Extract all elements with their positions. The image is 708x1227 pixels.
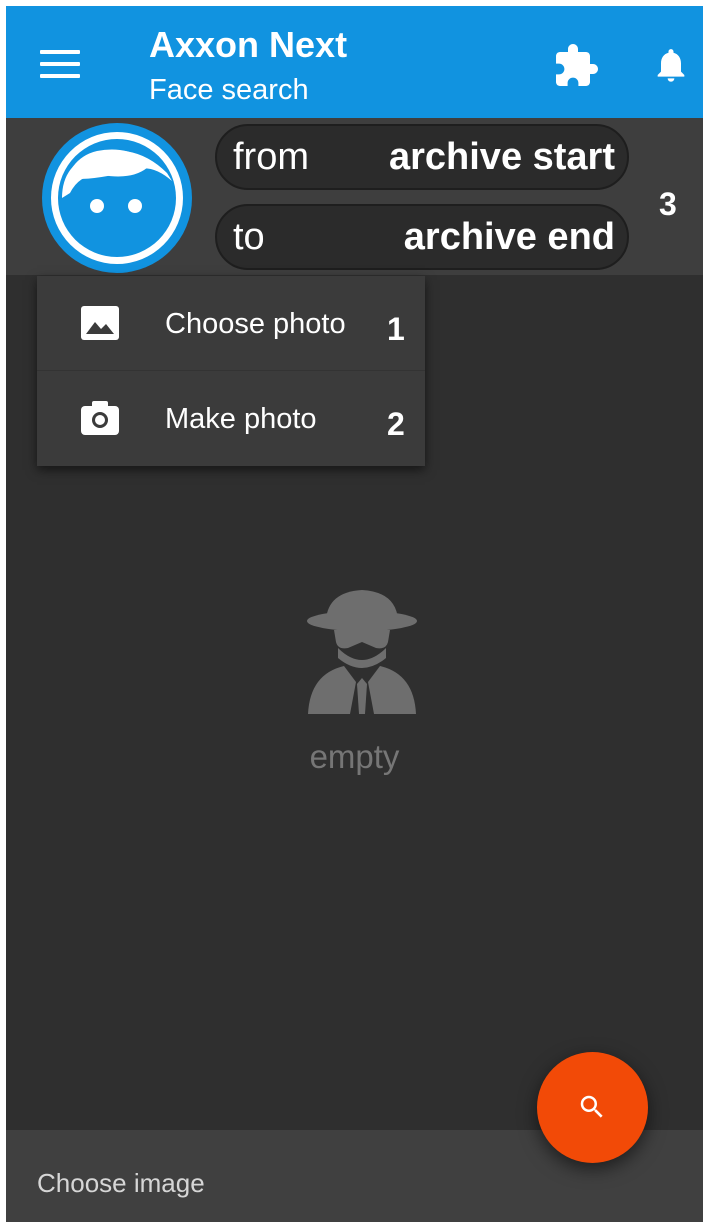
from-value: archive start [388,136,615,178]
search-params-bar: from archive start to archive end 3 [6,118,703,275]
camera-icon [81,401,119,435]
search-icon [580,1095,603,1118]
choose-photo-label: Choose photo [165,308,346,340]
menu-item-choose-photo[interactable]: Choose photo 1 [37,276,425,371]
photo-source-menu: Choose photo 1 Make photo 2 [37,276,425,466]
from-prefix: from [233,136,309,178]
callout-number-2: 2 [387,406,405,442]
incognito-spy-icon [307,590,417,714]
to-date-pill[interactable]: to archive end [215,204,629,270]
bell-icon[interactable] [651,40,691,90]
menu-icon[interactable] [40,50,80,78]
app-title: Axxon Next [149,24,348,65]
menu-item-make-photo[interactable]: Make photo 2 [37,371,425,465]
empty-state-label: empty [309,738,400,775]
callout-number-3: 3 [659,186,677,222]
image-icon [81,306,119,340]
app-screen: Axxon Next Face search from archive star… [6,6,703,1222]
to-prefix: to [233,216,265,258]
make-photo-label: Make photo [165,403,317,435]
face-avatar-button[interactable] [42,123,192,273]
choose-image-hint: Choose image [37,1168,205,1198]
callout-number-1: 1 [387,311,405,347]
from-date-pill[interactable]: from archive start [215,124,629,190]
app-bar: Axxon Next Face search [6,6,703,118]
search-fab-button[interactable] [537,1052,648,1163]
to-value: archive end [403,216,615,258]
puzzle-icon[interactable] [552,42,600,90]
app-subtitle: Face search [149,74,309,106]
face-icon [51,132,183,264]
